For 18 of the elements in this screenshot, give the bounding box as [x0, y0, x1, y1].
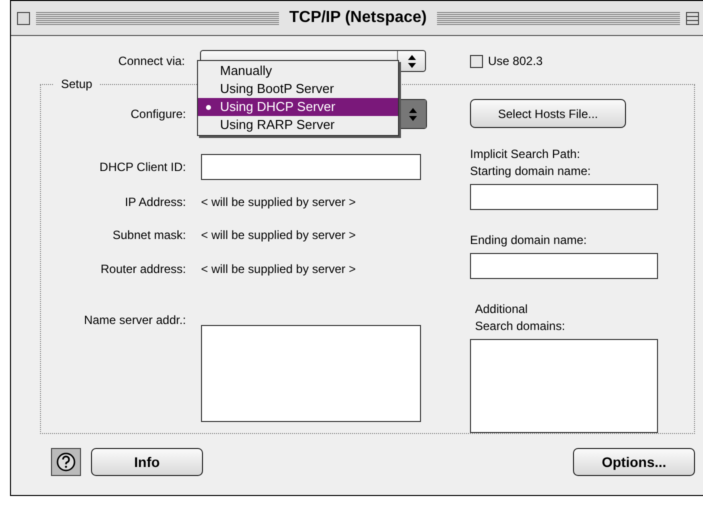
search-domains-label: Search domains: — [474, 318, 566, 336]
field-label: Router address: — [100, 262, 187, 276]
ending-domain-label: Ending domain name: — [470, 232, 588, 250]
window-title: TCP/IP (Netspace) — [288, 9, 428, 27]
connect-via-label: Connect via: — [117, 54, 186, 68]
field-value: < will be supplied by server > — [201, 195, 356, 210]
field-label: IP Address: — [124, 195, 187, 210]
checkbox-label: Use 802.3 — [488, 54, 543, 68]
field-label: Subnet mask: — [112, 228, 187, 242]
field-value: < will be supplied by server > — [201, 228, 356, 242]
configure-label: Configure: — [130, 107, 187, 121]
additional-label: Additional — [474, 301, 529, 318]
field-label: DHCP Client ID: — [98, 160, 187, 174]
group-title: Setup — [53, 77, 100, 91]
search-path-label: Implicit Search Path: — [470, 146, 582, 164]
field-value: < will be supplied by server > — [201, 262, 356, 276]
starting-domain-label: Starting domain name: — [470, 163, 592, 180]
field-label: Name server addr.: — [82, 312, 187, 327]
